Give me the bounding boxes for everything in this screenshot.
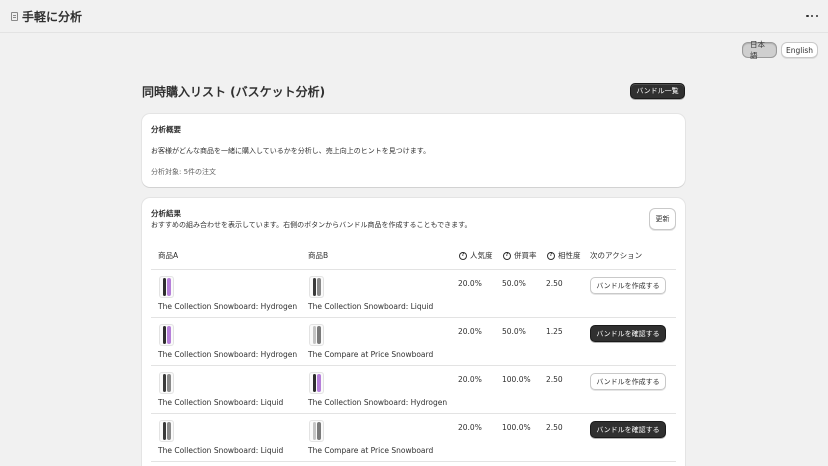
question-circle-icon[interactable]: ? xyxy=(547,251,555,260)
snowboard-thumbnail xyxy=(159,372,174,394)
column-header-label: 商品B xyxy=(308,251,329,260)
table-row: The Collection Snowboard: Hydrogen The C… xyxy=(151,270,676,318)
column-header-label: 人気度 xyxy=(470,251,493,260)
column-header-affinity: ? 相性度 xyxy=(547,250,581,261)
affinity-value: 2.50 xyxy=(546,423,563,432)
refresh-button[interactable]: 更新 xyxy=(649,208,676,230)
question-circle-icon[interactable]: ? xyxy=(503,251,511,260)
product-b-name[interactable]: The Compare at Price Snowboard xyxy=(308,446,433,455)
cobuy-rate-value: 50.0% xyxy=(502,279,526,288)
results-heading: 分析結果 xyxy=(151,209,181,218)
snowboard-thumbnail xyxy=(309,324,324,346)
product-b-name[interactable]: The Collection Snowboard: Liquid xyxy=(308,302,433,311)
column-header-popularity: ? 人気度 xyxy=(459,250,493,261)
bundle-list-button[interactable]: バンドル一覧 xyxy=(630,83,685,99)
overview-heading: 分析概要 xyxy=(151,125,181,134)
results-subtitle: おすすめの組み合わせを表示しています。右側のボタンからバンドル商品を作成すること… xyxy=(151,221,472,229)
column-header-product-a: 商品A xyxy=(158,250,178,261)
results-card: 分析結果 おすすめの組み合わせを表示しています。右側のボタンからバンドル商品を作… xyxy=(142,198,685,466)
column-header-cobuy-rate: ? 併買率 xyxy=(503,250,537,261)
product-b-name[interactable]: The Collection Snowboard: Hydrogen xyxy=(308,398,447,407)
column-header-label: 次のアクション xyxy=(590,251,643,260)
popularity-value: 20.0% xyxy=(458,279,482,288)
table-row: The Collection Snowboard: Liquid The Com… xyxy=(151,414,676,462)
cobuy-rate-value: 50.0% xyxy=(502,327,526,336)
snowboard-thumbnail xyxy=(309,420,324,442)
column-header-label: 併買率 xyxy=(514,251,537,260)
snowboard-thumbnail xyxy=(309,276,324,298)
product-a-name[interactable]: The Collection Snowboard: Liquid xyxy=(158,398,283,407)
snowboard-thumbnail xyxy=(159,276,174,298)
create-bundle-button[interactable]: バンドルを作成する xyxy=(590,373,666,390)
more-horizontal-icon[interactable] xyxy=(806,10,818,22)
snowboard-thumbnail xyxy=(159,324,174,346)
snowboard-thumbnail xyxy=(159,420,174,442)
table-row: The Collection Snowboard: Hydrogen The C… xyxy=(151,318,676,366)
column-header-label: 商品A xyxy=(158,251,179,260)
popularity-value: 20.0% xyxy=(458,375,482,384)
product-a-name[interactable]: The Collection Snowboard: Liquid xyxy=(158,446,283,455)
product-b-name[interactable]: The Compare at Price Snowboard xyxy=(308,350,433,359)
table-row: The Collection Snowboard: Liquid The Col… xyxy=(151,366,676,414)
popularity-value: 20.0% xyxy=(458,423,482,432)
cobuy-rate-value: 100.0% xyxy=(502,423,531,432)
popularity-value: 20.0% xyxy=(458,327,482,336)
language-ja-button[interactable]: 日本語 xyxy=(742,40,777,60)
cobuy-rate-value: 100.0% xyxy=(502,375,531,384)
view-bundle-button[interactable]: バンドルを確認する xyxy=(590,421,666,438)
language-switcher: 日本語 English xyxy=(742,40,818,60)
affinity-value: 2.50 xyxy=(546,279,563,288)
page-title: 同時購入リスト (バスケット分析) xyxy=(142,85,326,99)
overview-target: 分析対象: 5件の注文 xyxy=(151,168,217,176)
document-icon xyxy=(11,12,18,21)
question-circle-icon[interactable]: ? xyxy=(459,251,467,260)
app-header: 手軽に分析 xyxy=(0,0,828,33)
column-header-next-action: 次のアクション xyxy=(590,250,642,261)
language-en-button[interactable]: English xyxy=(781,42,818,58)
app-title: 手軽に分析 xyxy=(22,10,83,24)
column-header-product-b: 商品B xyxy=(308,250,328,261)
overview-card: 分析概要 お客様がどんな商品を一緒に購入しているかを分析し、売上向上のヒントを見… xyxy=(142,114,685,187)
product-a-name[interactable]: The Collection Snowboard: Hydrogen xyxy=(158,302,297,311)
column-header-label: 相性度 xyxy=(558,251,581,260)
affinity-value: 2.50 xyxy=(546,375,563,384)
create-bundle-button[interactable]: バンドルを作成する xyxy=(590,277,666,294)
affinity-value: 1.25 xyxy=(546,327,563,336)
view-bundle-button[interactable]: バンドルを確認する xyxy=(590,325,666,342)
snowboard-thumbnail xyxy=(309,372,324,394)
product-a-name[interactable]: The Collection Snowboard: Hydrogen xyxy=(158,350,297,359)
overview-description: お客様がどんな商品を一緒に購入しているかを分析し、売上向上のヒントを見つけます。 xyxy=(151,147,431,155)
